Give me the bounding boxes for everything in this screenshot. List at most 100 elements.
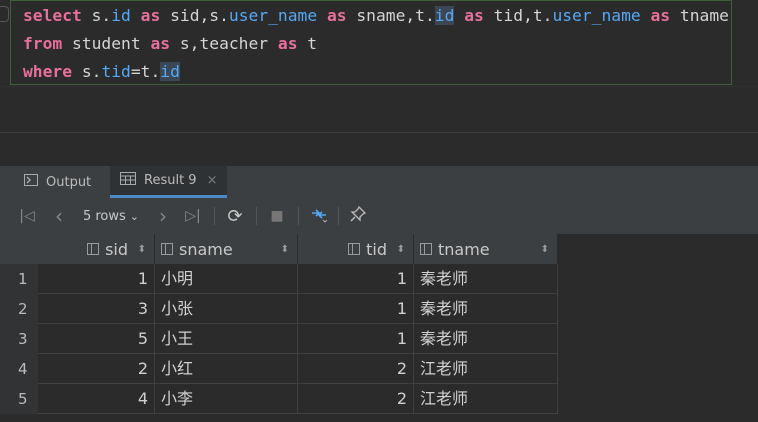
code-token: tname [670,6,729,25]
column-header-label: tid [366,239,387,259]
table-cell-sname[interactable]: 小红 [155,354,298,384]
code-line-2[interactable]: from student as s,teacher as t [23,30,317,58]
tab-output[interactable]: Output [24,166,91,198]
table-cell-sid[interactable]: 5 [38,324,155,354]
table-cell-sid[interactable]: 1 [38,264,155,294]
fold-marker-icon[interactable] [0,6,9,22]
row-number[interactable]: 3 [0,324,38,354]
first-page-button[interactable]: |◁ [14,198,40,234]
table-cell-tname[interactable]: 江老师 [414,384,558,414]
row-number[interactable]: 1 [0,264,38,294]
grid-corner[interactable] [0,234,38,264]
rows-count-dropdown[interactable]: 5 rows ⌄ [80,198,142,234]
code-token: where [23,62,73,81]
chevron-down-icon: ⌄ [129,209,140,223]
code-token: id [160,62,180,81]
prev-page-button[interactable]: ‹ [46,198,72,234]
editor-empty-area [0,86,758,133]
tab-output-label: Output [46,174,92,190]
first-page-icon: |◁ [19,208,35,224]
table-cell-tname[interactable]: 秦老师 [414,264,558,294]
results-tab-bar: Output Result 9 × [0,166,758,199]
code-token: user_name [552,6,641,25]
toolbar-divider [298,207,299,225]
column-icon [348,243,361,255]
row-number[interactable]: 2 [0,294,38,324]
transpose-button[interactable] [306,198,332,234]
tab-result-label: Result 9 [144,173,197,188]
toolbar-divider [256,207,257,225]
code-token: s. [81,6,112,25]
column-header-label: tname [438,239,490,259]
table-cell-sname[interactable]: 小张 [155,294,298,324]
table-cell-tid[interactable]: 1 [298,324,414,354]
sort-icon[interactable]: ⬍ [138,244,146,255]
column-header-sname[interactable]: sname ⬍ [155,234,298,264]
code-token: s,teacher [170,34,278,53]
splitter[interactable] [0,132,758,167]
table-cell-sname[interactable]: 小明 [155,264,298,294]
refresh-icon: ⟳ [227,205,243,227]
code-token: as [464,6,484,25]
result-grid: sid ⬍ sname ⬍ tid ⬍ tname ⬍ 1 1 小明 1 秦老师 2 3 小张… [0,234,758,422]
code-token: tid,t. [483,6,553,25]
results-toolbar: |◁ ‹ 5 rows ⌄ › ▷| ⟳ ■ [0,198,758,235]
sql-editor[interactable]: select s.id as sid,s.user_name as sname,… [0,0,758,86]
last-page-icon: ▷| [185,208,201,224]
code-token: as [140,6,161,25]
code-token: as [277,34,298,53]
tab-result[interactable]: Result 9 × [110,166,228,198]
column-header-label: sid [105,239,128,259]
toolbar-divider [214,207,215,225]
table-cell-tid[interactable]: 1 [298,264,414,294]
code-token: id [434,6,455,25]
column-header-tname[interactable]: tname ⬍ [414,234,558,264]
column-icon [420,243,432,255]
row-number[interactable]: 4 [0,354,38,384]
column-icon [87,243,100,255]
table-cell-tname[interactable]: 秦老师 [414,294,558,324]
table-cell-tname[interactable]: 秦老师 [414,324,558,354]
code-token: t [297,34,318,53]
table-cell-sname[interactable]: 小王 [155,324,298,354]
next-page-button[interactable]: › [150,198,176,234]
stop-button[interactable]: ■ [264,198,290,234]
console-icon [24,174,38,190]
table-cell-sid[interactable]: 4 [38,384,155,414]
table-cell-tid[interactable]: 2 [298,354,414,384]
rows-count-label: 5 rows [82,208,126,224]
code-line-1[interactable]: select s.id as sid,s.user_name as sname,… [23,2,729,30]
pin-button[interactable] [344,198,372,234]
table-cell-sid[interactable]: 3 [38,294,155,324]
sort-icon[interactable]: ⬍ [281,244,289,255]
close-icon[interactable]: × [207,173,218,188]
sort-icon[interactable]: ⬍ [397,244,405,255]
column-header-label: sname [179,239,233,259]
code-token: from [23,34,63,53]
sort-icon[interactable]: ⬍ [541,244,549,255]
table-cell-sid[interactable]: 2 [38,354,155,384]
table-cell-tid[interactable]: 2 [298,384,414,414]
column-header-sid[interactable]: sid ⬍ [38,234,155,264]
code-token: sid,s. [160,6,229,25]
column-icon [161,243,173,255]
table-cell-tname[interactable]: 江老师 [414,354,558,384]
next-page-icon: › [159,204,167,228]
code-token: as [326,6,347,25]
column-header-tid[interactable]: tid ⬍ [298,234,414,264]
table-cell-sname[interactable]: 小李 [155,384,298,414]
code-token: user_name [228,6,318,25]
table-icon [120,172,136,189]
last-page-button[interactable]: ▷| [180,198,206,234]
code-line-3[interactable]: where s.tid=t.id [23,58,180,86]
query-selection[interactable]: select s.id as sid,s.user_name as sname,… [10,0,732,85]
code-token: s. [72,62,102,81]
row-number[interactable]: 5 [0,384,38,414]
table-cell-tid[interactable]: 1 [298,294,414,324]
pin-icon [350,205,367,226]
refresh-button[interactable]: ⟳ [222,198,248,234]
code-token: student [62,34,151,53]
